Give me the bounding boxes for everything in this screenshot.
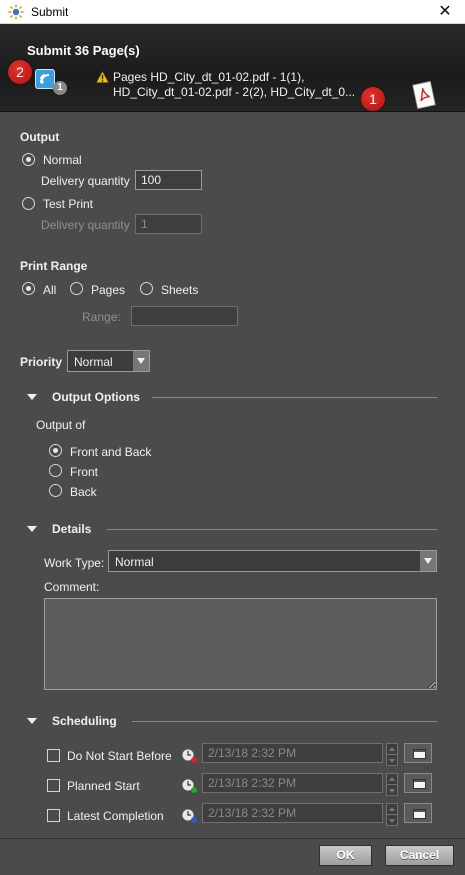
range-all-label[interactable]: All	[43, 283, 56, 297]
cancel-button[interactable]: Cancel	[385, 845, 454, 866]
output-normal-radio[interactable]	[22, 153, 35, 166]
output-front-back-radio[interactable]	[49, 444, 62, 457]
calendar-icon[interactable]	[404, 773, 432, 793]
range-input[interactable]	[131, 306, 238, 326]
details-section-title[interactable]: Details	[52, 522, 91, 536]
spin-down-icon[interactable]	[386, 814, 398, 826]
annotation-badge-1: 1	[361, 87, 385, 111]
output-back-label[interactable]: Back	[70, 485, 97, 499]
spin-down-icon[interactable]	[386, 784, 398, 796]
output-back-radio[interactable]	[49, 484, 62, 497]
collapse-triangle-icon[interactable]	[27, 526, 37, 532]
spin-down-icon[interactable]	[386, 754, 398, 766]
output-front-back-label[interactable]: Front and Back	[70, 445, 151, 459]
collapse-triangle-icon[interactable]	[27, 718, 37, 724]
latest-completion-label: Latest Completion	[67, 809, 164, 823]
print-range-section-title: Print Range	[20, 259, 88, 273]
annotation-badge-2: 2	[8, 60, 32, 84]
range-input-label: Range:	[82, 310, 121, 324]
range-sheets-label[interactable]: Sheets	[161, 283, 198, 297]
calendar-icon[interactable]	[404, 803, 432, 823]
app-icon	[8, 4, 24, 20]
window-title: Submit	[31, 5, 69, 19]
priority-value: Normal	[74, 355, 113, 369]
chevron-down-icon[interactable]	[420, 551, 436, 571]
priority-label: Priority	[20, 355, 63, 369]
divider	[152, 397, 437, 398]
output-of-label: Output of	[36, 418, 86, 432]
ok-button[interactable]: OK	[319, 845, 372, 866]
output-test-print-label[interactable]: Test Print	[43, 197, 93, 211]
normal-quantity-input[interactable]	[135, 170, 202, 190]
output-front-radio[interactable]	[49, 464, 62, 477]
do-not-start-icon	[181, 748, 197, 763]
warning-icon	[96, 71, 109, 83]
close-icon[interactable]: ✕	[425, 0, 465, 24]
output-normal-label[interactable]: Normal	[43, 153, 82, 167]
comment-label: Comment:	[44, 580, 100, 594]
divider	[132, 721, 437, 722]
latest-completion-icon	[181, 808, 197, 823]
latest-completion-field[interactable]	[202, 803, 383, 823]
range-pages-radio[interactable]	[70, 282, 83, 295]
calendar-icon[interactable]	[404, 743, 432, 763]
divider	[107, 529, 437, 530]
test-quantity-input[interactable]	[135, 214, 202, 234]
pdf-icon	[412, 80, 436, 110]
do-not-start-before-label: Do Not Start Before	[67, 749, 172, 763]
pages-line-2: HD_City_dt_01-02.pdf - 2(2), HD_City_dt_…	[113, 85, 356, 99]
planned-start-icon	[181, 778, 197, 793]
comment-textarea[interactable]	[44, 598, 437, 690]
output-options-section-title[interactable]: Output Options	[52, 390, 140, 404]
page-title: Submit 36 Page(s)	[27, 43, 140, 58]
submit-header: Submit 36 Page(s) 1 Pages HD_City_dt_01-…	[0, 24, 465, 112]
do-not-start-before-checkbox[interactable]	[47, 749, 60, 762]
job-count-badge: 1	[53, 81, 67, 95]
work-type-select[interactable]: Normal	[108, 550, 437, 572]
output-front-label[interactable]: Front	[70, 465, 98, 479]
priority-select[interactable]: Normal	[67, 350, 150, 372]
window-titlebar: Submit ✕	[0, 0, 465, 24]
planned-start-checkbox[interactable]	[47, 779, 60, 792]
do-not-start-before-field[interactable]	[202, 743, 383, 763]
scheduling-section-title[interactable]: Scheduling	[52, 714, 117, 728]
range-sheets-radio[interactable]	[140, 282, 153, 295]
output-section-title: Output	[20, 130, 60, 144]
collapse-triangle-icon[interactable]	[27, 394, 37, 400]
latest-completion-checkbox[interactable]	[47, 809, 60, 822]
planned-start-label: Planned Start	[67, 779, 140, 793]
work-type-label: Work Type:	[44, 556, 105, 570]
job-icon	[35, 69, 55, 89]
work-type-value: Normal	[115, 555, 154, 569]
normal-quantity-label: Delivery quantity	[41, 174, 130, 188]
chevron-down-icon[interactable]	[133, 351, 149, 371]
test-quantity-label: Delivery quantity	[41, 218, 130, 232]
output-test-print-radio[interactable]	[22, 197, 35, 210]
planned-start-field[interactable]	[202, 773, 383, 793]
footer-divider	[0, 838, 465, 839]
range-all-radio[interactable]	[22, 282, 35, 295]
pages-description: Pages HD_City_dt_01-02.pdf - 1(1), HD_Ci…	[113, 70, 358, 100]
pages-line-1: Pages HD_City_dt_01-02.pdf - 1(1),	[113, 70, 305, 84]
range-pages-label[interactable]: Pages	[91, 283, 125, 297]
